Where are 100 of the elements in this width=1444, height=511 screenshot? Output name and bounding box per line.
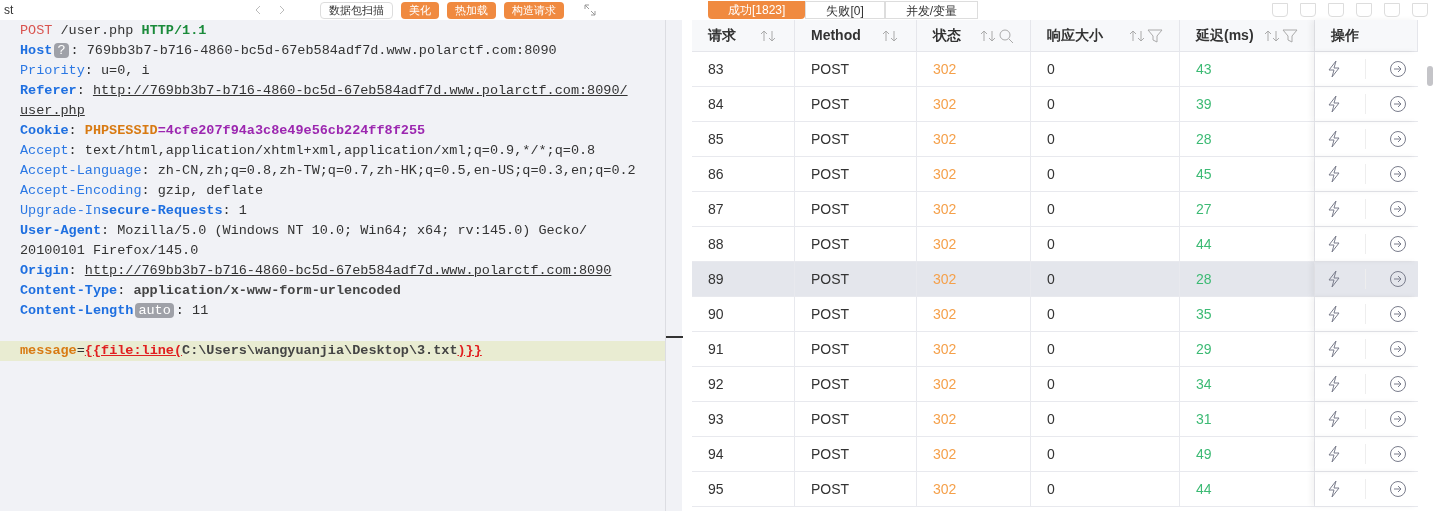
code-text: : (76, 83, 86, 98)
code-text: Content-Type (20, 283, 118, 298)
code-text: : 11 (175, 303, 209, 318)
arrow-circle-icon[interactable] (1388, 305, 1407, 323)
column-title: 延迟(ms) (1196, 26, 1255, 45)
column-header[interactable]: 延迟(ms) (1180, 20, 1315, 51)
table-cell-text: 45 (1196, 164, 1212, 184)
code-text: : (68, 123, 78, 138)
code-text: {{file:line( (84, 343, 183, 358)
column-header[interactable]: 状态 (917, 20, 1031, 51)
table-cell-text: 302 (933, 234, 957, 254)
arrow-circle-icon[interactable] (1388, 235, 1407, 253)
arrow-circle-icon[interactable] (1388, 165, 1407, 183)
arrow-circle-icon[interactable] (1388, 130, 1407, 148)
table-cell-text: 0 (1047, 59, 1055, 79)
arrow-circle-icon[interactable] (1388, 445, 1407, 463)
table-cell-text: 95 (708, 479, 724, 499)
cursor-mark (666, 336, 683, 338)
table-row[interactable]: 87 POST 302 0 27 (692, 192, 1418, 227)
arrow-circle-icon[interactable] (1388, 480, 1407, 498)
table-row[interactable]: 89 POST 302 0 28 (692, 262, 1418, 297)
table-row[interactable]: 85 POST 302 0 28 (692, 122, 1418, 157)
table-cell-text: 93 (708, 409, 724, 429)
arrow-circle-icon[interactable] (1388, 200, 1407, 218)
code-text: C:\Users\wangyuanjia\Desktop\3.txt (182, 343, 458, 358)
table-cell-text: 302 (933, 59, 957, 79)
table-cell-text: 92 (708, 374, 724, 394)
table-cell-text: 0 (1047, 94, 1055, 114)
table-cell-text: 27 (1196, 199, 1212, 219)
table-row[interactable]: 84 POST 302 0 39 (692, 87, 1418, 122)
table-cell-text: 0 (1047, 444, 1055, 464)
table-cell-text: 302 (933, 129, 957, 149)
code-text: )}} (457, 343, 482, 358)
sort-icon[interactable] (882, 28, 900, 43)
code-text: Cookie (20, 123, 69, 138)
arrow-circle-icon[interactable] (1388, 340, 1407, 358)
table-cell-text: 88 (708, 234, 724, 254)
column-header[interactable]: 请求 (692, 20, 795, 51)
column-title: Method (811, 26, 862, 45)
url-link[interactable]: http://769bb3b7-b716-4860-bc5d-67eb584adf7d.www.polarctf.com:8090 (84, 263, 612, 278)
arrow-circle-icon[interactable] (1388, 95, 1407, 113)
url-link[interactable]: http://769bb3b7-b716-4860-bc5d-67eb584adf7d.www.polarctf.com:8090/ (92, 83, 628, 98)
column-title: 响应大小 (1047, 26, 1104, 45)
table-row[interactable]: 86 POST 302 0 45 (692, 157, 1418, 192)
table-cell-text: POST (811, 374, 850, 394)
table-cell-text: POST (811, 234, 850, 254)
table-cell-text: 302 (933, 374, 957, 394)
table-cell-text: 87 (708, 199, 724, 219)
code-text: Host (20, 43, 53, 58)
table-cell-text: POST (811, 199, 850, 219)
panel-title: st (4, 2, 15, 19)
table-cell-text: 31 (1196, 409, 1212, 429)
column-header[interactable]: 响应大小 (1031, 20, 1180, 51)
table-cell-text: 91 (708, 339, 724, 359)
table-cell-text: 29 (1196, 339, 1212, 359)
column-header[interactable]: Method (795, 20, 917, 51)
code-text: 20100101 Firefox/145.0 (20, 243, 199, 258)
code-text: : 769bb3b7-b716-4860-bc5d-67eb584adf7d.www.polarctf.com:8090 (70, 43, 557, 58)
table-cell-text: POST (811, 129, 850, 149)
arrow-circle-icon[interactable] (1388, 270, 1407, 288)
table-row[interactable]: 88 POST 302 0 44 (692, 227, 1418, 262)
table-row[interactable]: 90 POST 302 0 35 (692, 297, 1418, 332)
arrow-circle-icon[interactable] (1388, 410, 1407, 428)
arrow-circle-icon[interactable] (1388, 375, 1407, 393)
table-row[interactable]: 94 POST 302 0 49 (692, 437, 1418, 472)
sort-icon[interactable] (1264, 28, 1282, 43)
arrow-circle-icon[interactable] (1388, 60, 1407, 78)
table-cell-text: 0 (1047, 234, 1055, 254)
table-row[interactable]: 83 POST 302 0 43 (692, 52, 1418, 87)
tag-badge: auto (135, 303, 174, 318)
table-cell-text: 0 (1047, 129, 1055, 149)
table-row[interactable]: 95 POST 302 0 44 (692, 472, 1418, 507)
table-cell-text: POST (811, 409, 850, 429)
table-cell-text: POST (811, 269, 850, 289)
result-tab[interactable]: 并发/变量 (884, 1, 979, 19)
code-text: Referer (20, 83, 77, 98)
sort-icon[interactable] (760, 28, 778, 43)
table-cell-text: 85 (708, 129, 724, 149)
table-cell-text: 0 (1047, 339, 1055, 359)
tag-badge: ? (54, 43, 69, 58)
url-link[interactable]: user.php (20, 103, 85, 118)
sort-icon[interactable] (1129, 28, 1147, 43)
table-cell-text: 302 (933, 409, 957, 429)
code-text: application/x-www-form-urlencoded (133, 283, 401, 298)
table-cell-text: 34 (1196, 374, 1212, 394)
code-text: : 1 (222, 203, 247, 218)
result-tab[interactable]: 失败[0] (805, 1, 885, 19)
table-cell-text: 302 (933, 269, 957, 289)
column-title: 状态 (933, 26, 962, 45)
sort-icon[interactable] (980, 28, 998, 43)
table-row[interactable]: 91 POST 302 0 29 (692, 332, 1418, 367)
code-text: Accept (20, 143, 69, 158)
code-text: : zh-CN,zh;q=0.8,zh-TW;q=0.7,zh-HK;q=0.5,en-US;q=0.3,en;q=0.2 (141, 163, 636, 178)
code-text: : (117, 283, 127, 298)
table-cell-text: 0 (1047, 199, 1055, 219)
toolbar-button[interactable]: 数据包扫描 (320, 1, 393, 19)
table-row[interactable]: 92 POST 302 0 34 (692, 367, 1418, 402)
table-row[interactable]: 93 POST 302 0 31 (692, 402, 1418, 437)
scrollbar-thumb[interactable] (1427, 66, 1433, 86)
column-header[interactable]: 操作 (1315, 20, 1418, 51)
